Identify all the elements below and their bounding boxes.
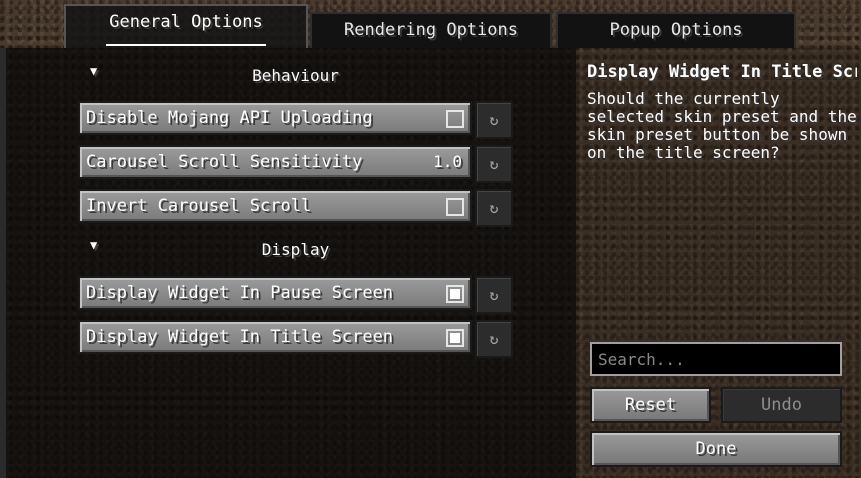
checkbox-invert-carousel-scroll[interactable] [446, 198, 464, 216]
tab-popup-options[interactable]: Popup Options [556, 12, 796, 48]
option-label: Disable Mojang API Uploading [86, 108, 373, 128]
reset-icon[interactable]: ↻ [475, 320, 513, 358]
done-button[interactable]: Done [590, 431, 842, 467]
section-title: Behaviour [252, 66, 339, 85]
tab-general-options[interactable]: General Options [64, 4, 308, 48]
option-display-widget-in-pause-screen[interactable]: Display Widget In Pause Screen [78, 276, 472, 310]
undo-button[interactable]: Undo [721, 387, 842, 423]
checkbox-display-widget-in-title-screen[interactable] [446, 329, 464, 347]
checkbox-display-widget-in-pause-screen[interactable] [446, 285, 464, 303]
option-disable-mojang-api-uploading[interactable]: Disable Mojang API Uploading [78, 101, 472, 135]
reset-icon[interactable]: ↻ [475, 276, 513, 314]
reset-button[interactable]: Reset [590, 387, 711, 423]
option-label: Carousel Scroll Sensitivity [86, 152, 363, 172]
description-text: Should the currently selected skin prese… [587, 89, 857, 162]
tab-rendering-options[interactable]: Rendering Options [310, 12, 552, 48]
option-invert-carousel-scroll[interactable]: Invert Carousel Scroll [78, 189, 472, 223]
search-input[interactable] [590, 342, 842, 376]
tab-label: Popup Options [609, 20, 743, 40]
tab-label: General Options [109, 12, 263, 32]
option-label: Invert Carousel Scroll [86, 196, 312, 216]
option-label: Display Widget In Pause Screen [86, 283, 394, 303]
tab-label: Rendering Options [344, 20, 518, 40]
reset-icon[interactable]: ↻ [475, 145, 513, 183]
description-title: Display Widget In Title Screen [587, 62, 857, 82]
option-label: Display Widget In Title Screen [86, 327, 394, 347]
option-carousel-scroll-sensitivity[interactable]: Carousel Scroll Sensitivity 1.0 [78, 145, 472, 179]
option-display-widget-in-title-screen[interactable]: Display Widget In Title Screen [78, 320, 472, 354]
section-header-display[interactable]: ▼ Display [78, 238, 513, 264]
section-title: Display [261, 240, 330, 259]
reset-icon[interactable]: ↻ [475, 189, 513, 227]
checkbox-disable-mojang-api-uploading[interactable] [446, 110, 464, 128]
reset-icon[interactable]: ↻ [475, 101, 513, 139]
section-header-behaviour[interactable]: ▼ Behaviour [78, 64, 513, 90]
option-value: 1.0 [433, 152, 462, 171]
